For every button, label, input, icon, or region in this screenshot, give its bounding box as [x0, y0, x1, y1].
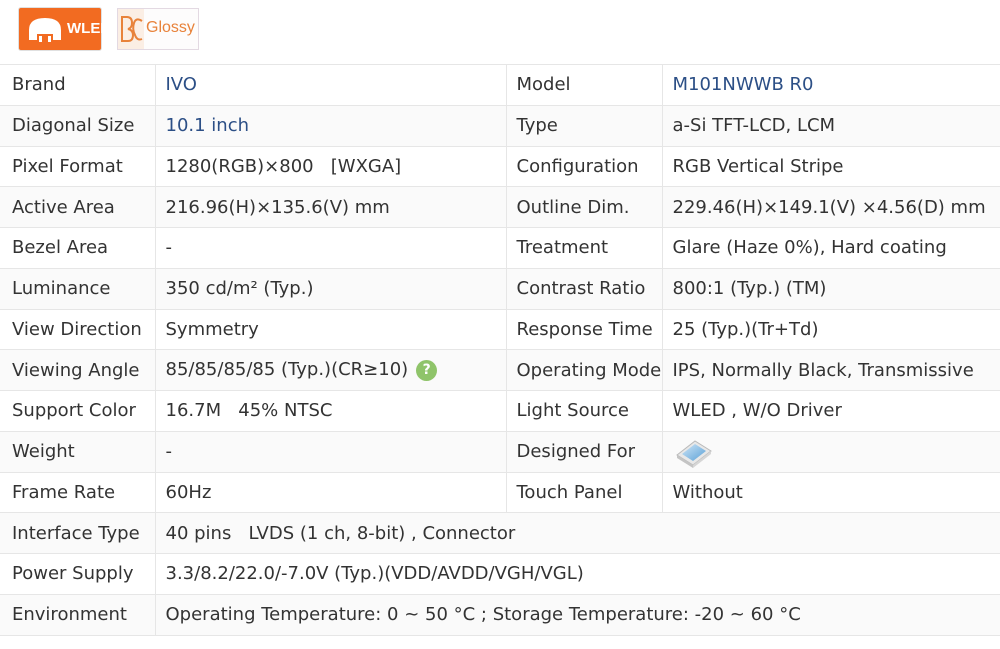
table-row: Luminance 350 cd/m² (Typ.) Contrast Rati… [0, 267, 1000, 310]
value-pixel-format: 1280(RGB)×800 [WXGA] [154, 145, 506, 188]
glossy-badge-label: Glossy [146, 19, 195, 36]
value-treatment: Glare (Haze 0%), Hard coating [661, 227, 1000, 269]
table-row: Weight - Designed For [0, 430, 1000, 473]
label-response-time: Response Time [505, 308, 662, 351]
value-response-time: 25 (Typ.)(Tr+Td) [661, 308, 1000, 351]
table-row: Interface Type 40 pins LVDS (1 ch, 8-bit… [0, 512, 1000, 554]
label-power-supply: Power Supply [0, 553, 155, 595]
spec-table: Brand IVO Model M101NWWB R0 Diagonal Siz… [0, 64, 1000, 636]
value-weight: - [154, 430, 506, 473]
value-environment: Operating Temperature: 0 ~ 50 °C ; Stora… [154, 593, 1000, 636]
wled-badge-label: WLED [67, 20, 112, 37]
label-pixel-format: Pixel Format [0, 145, 155, 188]
label-configuration: Configuration [505, 145, 662, 188]
table-row: Bezel Area - Treatment Glare (Haze 0%), … [0, 227, 1000, 269]
value-bezel-area: - [154, 227, 506, 269]
label-brand: Brand [0, 64, 155, 106]
value-operating-mode: IPS, Normally Black, Transmissive [661, 349, 1000, 391]
label-diagonal-size: Diagonal Size [0, 104, 155, 147]
wled-badge: WLED [19, 8, 111, 50]
value-luminance: 350 cd/m² (Typ.) [154, 267, 506, 310]
table-row: Pixel Format 1280(RGB)×800 [WXGA] Config… [0, 145, 1000, 188]
label-treatment: Treatment [505, 227, 662, 269]
label-type: Type [505, 104, 662, 147]
value-designed-for [661, 430, 1000, 473]
label-weight: Weight [0, 430, 155, 473]
value-power-supply: 3.3/8.2/22.0/-7.0V (Typ.)(VDD/AVDD/VGH/V… [154, 553, 1000, 595]
table-row: Brand IVO Model M101NWWB R0 [0, 64, 1000, 106]
table-row: Active Area 216.96(H)×135.6(V) mm Outlin… [0, 186, 1000, 228]
table-row: Viewing Angle 85/85/85/85 (Typ.)(CR≥10)?… [0, 349, 1000, 391]
value-touch-panel: Without [661, 471, 1000, 514]
value-model[interactable]: M101NWWB R0 [661, 64, 1000, 106]
label-outline-dim: Outline Dim. [505, 186, 662, 228]
value-light-source: WLED , W/O Driver [661, 390, 1000, 432]
table-row: View Direction Symmetry Response Time 25… [0, 308, 1000, 351]
table-row: Power Supply 3.3/8.2/22.0/-7.0V (Typ.)(V… [0, 553, 1000, 595]
value-support-color: 16.7M 45% NTSC [154, 390, 506, 432]
value-viewing-angle-cell: 85/85/85/85 (Typ.)(CR≥10)? [154, 349, 506, 391]
value-contrast-ratio: 800:1 (Typ.) (TM) [661, 267, 1000, 310]
table-row: Support Color 16.7M 45% NTSC Light Sourc… [0, 390, 1000, 432]
label-model: Model [505, 64, 662, 106]
badge-bar: WLED Glossy [0, 0, 1000, 64]
label-frame-rate: Frame Rate [0, 471, 155, 514]
label-operating-mode: Operating Mode [505, 349, 662, 391]
glossy-mark-icon [118, 9, 144, 49]
label-view-direction: View Direction [0, 308, 155, 351]
table-row: Diagonal Size 10.1 inch Type a-Si TFT-LC… [0, 104, 1000, 147]
label-luminance: Luminance [0, 267, 155, 310]
value-type: a-Si TFT-LCD, LCM [661, 104, 1000, 147]
table-row: Frame Rate 60Hz Touch Panel Without [0, 471, 1000, 514]
wled-bulb-icon [29, 18, 61, 42]
value-frame-rate: 60Hz [154, 471, 506, 514]
glossy-badge: Glossy [117, 8, 199, 50]
value-outline-dim: 229.46(H)×149.1(V) ×4.56(D) mm [661, 186, 1000, 228]
value-interface-type: 40 pins LVDS (1 ch, 8-bit) , Connector [154, 512, 1000, 554]
help-icon[interactable]: ? [416, 359, 438, 381]
label-light-source: Light Source [505, 390, 662, 432]
label-touch-panel: Touch Panel [505, 471, 662, 514]
value-active-area: 216.96(H)×135.6(V) mm [154, 186, 506, 228]
laptop-icon [675, 440, 712, 468]
value-viewing-angle: 85/85/85/85 (Typ.)(CR≥10) [165, 359, 409, 381]
label-contrast-ratio: Contrast Ratio [505, 267, 662, 310]
value-configuration: RGB Vertical Stripe [661, 145, 1000, 188]
label-environment: Environment [0, 593, 155, 636]
value-view-direction: Symmetry [154, 308, 506, 351]
value-brand[interactable]: IVO [154, 64, 506, 106]
label-bezel-area: Bezel Area [0, 227, 155, 269]
label-viewing-angle: Viewing Angle [0, 349, 155, 391]
label-designed-for: Designed For [505, 430, 662, 473]
value-diagonal-size[interactable]: 10.1 inch [154, 104, 506, 147]
table-row: Environment Operating Temperature: 0 ~ 5… [0, 593, 1000, 636]
label-support-color: Support Color [0, 390, 155, 432]
label-interface-type: Interface Type [0, 512, 155, 554]
label-active-area: Active Area [0, 186, 155, 228]
